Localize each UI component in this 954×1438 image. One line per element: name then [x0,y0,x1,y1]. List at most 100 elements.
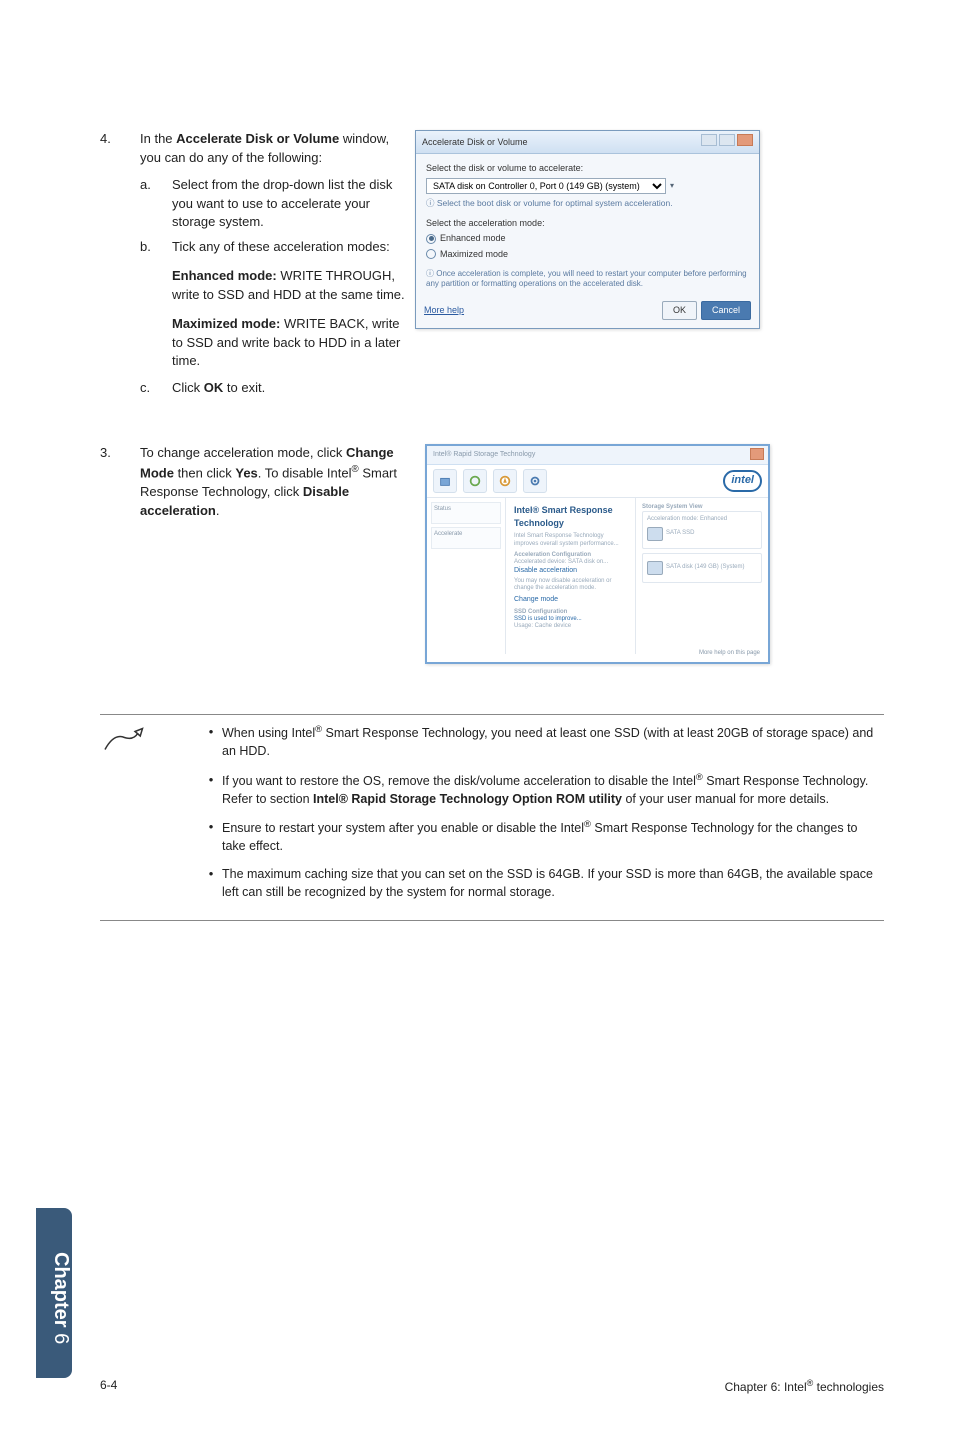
dialog-warning-text: Once acceleration is complete, you will … [426,269,747,288]
rst-disk2: SATA disk (149 GB) (System) [666,564,744,571]
tab-status[interactable] [433,469,457,493]
reg-mark: ® [315,724,322,734]
rst-content: Intel® Smart Response Technology Intel S… [506,498,635,654]
bullet-icon: • [200,723,222,760]
cancel-button[interactable]: Cancel [701,301,751,320]
enhanced-mode-block: Enhanced mode: WRITE THROUGH, write to S… [172,267,405,305]
note-2-bold: Intel® Rapid Storage Technology Option R… [313,792,622,806]
radio-icon [426,249,436,259]
rst-footer-link[interactable]: More help on this page [699,649,760,658]
note-4-text: The maximum caching size that you can se… [222,865,884,901]
yes-label: Yes [235,465,257,480]
rst-window: Intel® Rapid Storage Technology intel St… [425,444,770,664]
sidebar-item-status[interactable]: Status [431,502,501,524]
rst-disk1: SATA SSD [666,530,694,537]
rst-config3: You may now disable acceleration or chan… [514,578,627,592]
note-1-a: When using Intel [222,726,315,740]
chapter-number: 6 [50,1333,72,1344]
bullet-icon: • [200,818,222,855]
notes-list: • When using Intel® Smart Response Techn… [200,723,884,911]
rst-desc: Intel Smart Response Technology improves… [514,533,627,547]
ok-button[interactable]: OK [662,301,697,320]
change-mode-link[interactable]: Change mode [514,595,627,605]
rst-config1: Accelerated device: SATA disk on... [514,559,627,566]
radio-icon [426,234,436,244]
rst-disk-panel-2: SATA disk (149 GB) (System) [642,553,762,583]
step-4b: b. Tick any of these acceleration modes: [140,238,405,257]
step-4c-text: Click OK to exit. [172,379,405,398]
accelerate-dialog-figure: Accelerate Disk or Volume Select the dis… [415,130,760,329]
step-4b-letter: b. [140,238,172,257]
chapter-side-tab: Chapter 6 [36,1208,72,1378]
enhanced-mode-label: Enhanced mode: [172,268,277,283]
more-help-link[interactable]: More help [424,304,464,317]
footer-right: Chapter 6: Intel® technologies [725,1378,884,1394]
step-4-row: 4. In the Accelerate Disk or Volume wind… [100,130,884,398]
dialog-label-2: Select the acceleration mode: [426,217,749,230]
step-4c-text-a: Click [172,380,204,395]
tab-manage[interactable] [463,469,487,493]
rst-topbar: Intel® Rapid Storage Technology [427,446,768,465]
radio-enhanced-label: Enhanced mode [440,232,506,245]
note-4: • The maximum caching size that you can … [200,865,884,901]
tab-preferences[interactable] [523,469,547,493]
window-buttons [699,134,753,150]
step-3-text-e: . [216,503,220,518]
close-icon[interactable] [737,134,753,146]
step-3-text-a: To change acceleration mode, click [140,445,346,460]
dialog-titlebar: Accelerate Disk or Volume [416,131,759,154]
step-4-intro-a: In the [140,131,176,146]
step-4-intro: In the Accelerate Disk or Volume window,… [140,130,405,168]
footer-right-a: Chapter 6: Intel [725,1380,807,1394]
rst-figure: Intel® Rapid Storage Technology intel St… [425,444,770,664]
disk-select[interactable]: SATA disk on Controller 0, Port 0 (149 G… [426,178,666,194]
max-icon[interactable] [719,134,735,146]
page-number: 6-4 [100,1378,117,1394]
footer-right-b: technologies [813,1380,884,1394]
step-4c: c. Click OK to exit. [140,379,405,398]
radio-maximized-label: Maximized mode [440,248,508,261]
step-4-content: In the Accelerate Disk or Volume window,… [140,130,415,398]
rst-right-h: Storage System View [642,504,762,511]
rst-ssd2: Usage: Cache device [514,623,627,630]
step-3-number: 3. [100,444,140,463]
step-3-text-b: then click [174,465,235,480]
step-3-row: 3. To change acceleration mode, click Ch… [100,444,884,664]
note-2: • If you want to restore the OS, remove … [200,771,884,808]
note-2-c: of your user manual for more details. [622,792,829,806]
note-3-a: Ensure to restart your system after you … [222,821,584,835]
bullet-icon: • [200,771,222,808]
close-icon[interactable] [750,448,764,460]
min-icon[interactable] [701,134,717,146]
rst-tabs: intel [427,465,768,498]
reg-mark: ® [584,819,591,829]
rst-right-pane: Storage System View Acceleration mode: E… [635,498,768,654]
radio-maximized[interactable]: Maximized mode [426,248,749,261]
reg-mark: ® [807,1378,814,1388]
bullet-icon: • [200,865,222,901]
rst-sidebar: Status Accelerate [427,498,506,654]
disk-icon [647,527,663,541]
rst-ssd-h: SSD Configuration [514,609,627,616]
disk-icon [647,561,663,575]
step-3-text-c: . To disable Intel [258,465,352,480]
note-1: • When using Intel® Smart Response Techn… [200,723,884,760]
step-4a-letter: a. [140,176,172,233]
page-footer: 6-4 Chapter 6: Intel® technologies [100,1378,884,1394]
step-4c-text-b: to exit. [223,380,265,395]
step-4-number: 4. [100,130,140,149]
dialog-label-1: Select the disk or volume to accelerate: [426,162,749,175]
dialog-warning: ⓘ Once acceleration is complete, you wil… [426,269,749,289]
maximized-mode-label: Maximized mode: [172,316,280,331]
rst-ssd1: SSD is used to improve... [514,616,627,623]
sidebar-item-accelerate[interactable]: Accelerate [431,527,501,549]
radio-enhanced[interactable]: Enhanced mode [426,232,749,245]
chevron-down-icon[interactable]: ▾ [670,180,674,192]
tab-accelerate[interactable] [493,469,517,493]
dialog-title: Accelerate Disk or Volume [422,136,528,149]
dialog-hint-1-text: Select the boot disk or volume for optim… [437,198,673,208]
step-4a-text: Select from the drop-down list the disk … [172,176,405,233]
note-icon-col [100,723,200,911]
step-4b-text: Tick any of these acceleration modes: [172,238,405,257]
disable-acceleration-link[interactable]: Disable acceleration [514,566,627,576]
